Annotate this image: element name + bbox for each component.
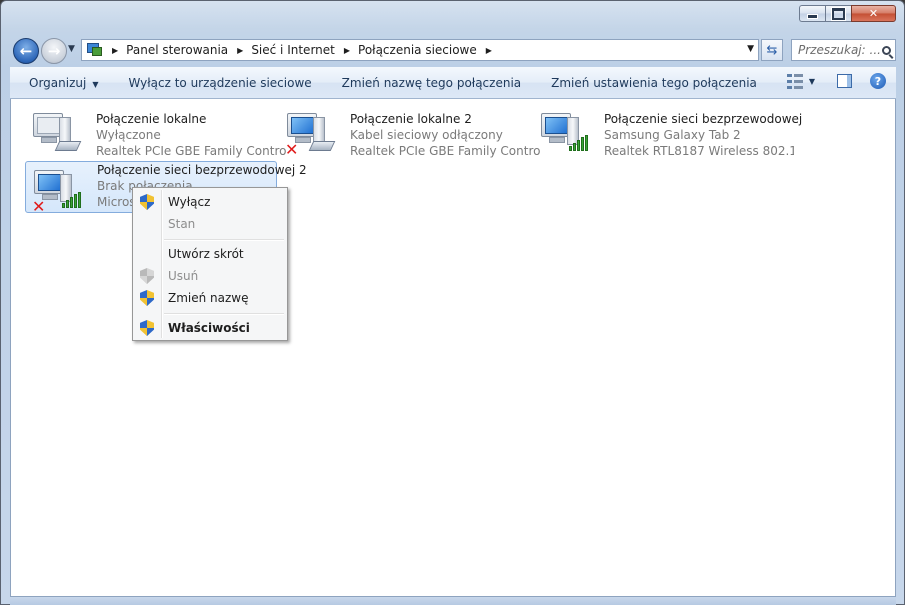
disconnected-x-icon: ✕ bbox=[32, 197, 46, 216]
breadcrumb-separator[interactable]: ▶ bbox=[344, 46, 350, 55]
change-settings-button[interactable]: Zmień ustawienia tego połączenia bbox=[536, 76, 772, 90]
menu-separator bbox=[164, 239, 284, 241]
wireless-network-icon bbox=[539, 113, 589, 157]
menu-item-label: Zmień nazwę bbox=[168, 291, 249, 305]
connections-view: Połączenie lokalne Wyłączone Realtek PCI… bbox=[10, 99, 896, 597]
wired-network-icon bbox=[31, 113, 82, 157]
minimize-icon bbox=[807, 14, 818, 19]
organize-button[interactable]: Organizuj ▼ bbox=[10, 76, 113, 90]
rename-connection-button[interactable]: Zmień nazwę tego połączenia bbox=[327, 76, 536, 90]
address-bar[interactable]: ▶ Panel sterowania ▶ Sieć i Internet ▶ P… bbox=[81, 39, 759, 61]
back-arrow-icon: ← bbox=[19, 42, 33, 60]
connection-device: Realtek PCIe GBE Family Controller bbox=[96, 144, 286, 158]
menu-item-label: Wyłącz bbox=[168, 195, 211, 209]
uac-shield-icon bbox=[140, 194, 154, 210]
search-icon[interactable] bbox=[882, 45, 891, 55]
connection-status: Kabel sieciowy odłączony bbox=[350, 128, 503, 142]
connection-device: Realtek PCIe GBE Family Controll... bbox=[350, 144, 540, 158]
connection-status: Wyłączone bbox=[96, 128, 161, 142]
refresh-icon: ⇆ bbox=[766, 42, 778, 58]
uac-shield-icon bbox=[140, 268, 154, 284]
maximize-button[interactable] bbox=[825, 5, 851, 22]
menu-item-status[interactable]: Stan bbox=[135, 213, 285, 235]
breadcrumb-separator[interactable]: ▶ bbox=[112, 46, 118, 55]
disconnected-x-icon: ✕ bbox=[285, 140, 299, 159]
menu-item-label: Stan bbox=[168, 217, 196, 231]
menu-item-disable[interactable]: Wyłącz bbox=[135, 191, 285, 213]
menu-item-properties[interactable]: Właściwości bbox=[135, 317, 285, 339]
help-icon[interactable]: ? bbox=[870, 73, 886, 89]
uac-shield-icon bbox=[140, 290, 154, 306]
menu-item-label: Utwórz skrót bbox=[168, 247, 244, 261]
preview-pane-icon[interactable] bbox=[837, 74, 852, 88]
connection-tile[interactable]: Połączenie lokalne Wyłączone Realtek PCI… bbox=[25, 105, 286, 158]
connection-name: Połączenie sieci bezprzewodowej 2 bbox=[97, 163, 307, 177]
menu-item-rename[interactable]: Zmień nazwę bbox=[135, 287, 285, 309]
caption-buttons: ✕ bbox=[799, 5, 896, 22]
menu-item-delete[interactable]: Usuń bbox=[135, 265, 285, 287]
connection-name: Połączenie lokalne 2 bbox=[350, 112, 472, 126]
connection-name: Połączenie lokalne bbox=[96, 112, 207, 126]
refresh-button[interactable]: ⇆ bbox=[761, 39, 783, 61]
breadcrumb-network-connections[interactable]: Połączenia sieciowe bbox=[358, 43, 477, 57]
breadcrumb-separator[interactable]: ▶ bbox=[486, 46, 492, 55]
breadcrumb-separator[interactable]: ▶ bbox=[237, 46, 243, 55]
disable-device-button[interactable]: Wyłącz to urządzenie sieciowe bbox=[113, 76, 326, 90]
connection-tile[interactable]: Połączenie sieci bezprzewodowej Samsung … bbox=[533, 105, 802, 158]
connection-name: Połączenie sieci bezprzewodowej bbox=[604, 112, 803, 126]
close-button[interactable]: ✕ bbox=[851, 5, 896, 22]
forward-arrow-icon: → bbox=[47, 42, 61, 60]
search-input[interactable]: Przeszukaj: ... bbox=[791, 39, 896, 61]
connection-status: Samsung Galaxy Tab 2 bbox=[604, 128, 741, 142]
context-menu: Wyłącz Stan Utwórz skrót Usuń Zmień nazw… bbox=[132, 187, 288, 341]
forward-button[interactable]: → bbox=[41, 38, 67, 64]
wired-network-icon: ✕ bbox=[285, 113, 336, 159]
close-icon: ✕ bbox=[868, 7, 879, 20]
help-label: ? bbox=[874, 74, 882, 88]
back-button[interactable]: ← bbox=[13, 38, 39, 64]
chevron-down-icon: ▼ bbox=[92, 79, 99, 89]
command-bar: Organizuj ▼ Wyłącz to urządzenie sieciowe… bbox=[10, 67, 896, 99]
connection-tile[interactable]: ✕ Połączenie lokalne 2 Kabel sieciowy od… bbox=[279, 105, 540, 159]
menu-item-create-shortcut[interactable]: Utwórz skrót bbox=[135, 243, 285, 265]
address-dropdown-icon[interactable]: ▼ bbox=[747, 44, 754, 54]
wireless-network-icon: ✕ bbox=[32, 170, 82, 216]
menu-separator bbox=[164, 313, 284, 315]
maximize-icon bbox=[832, 7, 845, 20]
uac-shield-icon bbox=[140, 320, 154, 336]
menu-item-label: Właściwości bbox=[168, 321, 250, 335]
organize-label: Organizuj bbox=[29, 75, 87, 90]
signal-strength-icon bbox=[62, 192, 82, 208]
minimize-button[interactable] bbox=[799, 5, 825, 22]
signal-strength-icon bbox=[569, 135, 589, 151]
view-dropdown-icon[interactable]: ▼ bbox=[809, 77, 815, 86]
explorer-window: ✕ ← → ▼ ▶ Panel sterowania ▶ Sieć i Inte… bbox=[0, 0, 905, 605]
control-panel-icon bbox=[87, 43, 103, 57]
recent-pages-dropdown[interactable]: ▼ bbox=[68, 44, 75, 54]
breadcrumb-control-panel[interactable]: Panel sterowania bbox=[126, 43, 228, 57]
search-placeholder: Przeszukaj: ... bbox=[798, 43, 881, 57]
window-bottom-frame bbox=[10, 597, 896, 605]
breadcrumb-network-internet[interactable]: Sieć i Internet bbox=[251, 43, 335, 57]
connection-device: Realtek RTL8187 Wireless 802.11b... bbox=[604, 144, 794, 158]
view-options-icon[interactable] bbox=[786, 73, 803, 89]
menu-item-label: Usuń bbox=[168, 269, 199, 283]
